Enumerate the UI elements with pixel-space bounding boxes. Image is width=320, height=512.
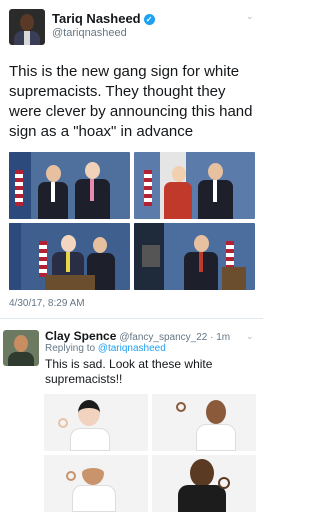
verified-badge-icon: ✓ <box>143 14 155 25</box>
reply-photo[interactable] <box>152 394 256 451</box>
person-shirt <box>51 182 55 202</box>
person-body <box>178 485 226 512</box>
person-head <box>61 235 76 252</box>
ok-hand <box>58 418 68 428</box>
photo-grid <box>9 152 255 290</box>
reply-author-name[interactable]: Clay Spence <box>45 329 116 343</box>
replying-handle-link[interactable]: @tariqnasheed <box>98 343 166 354</box>
replying-to: Replying to @tariqnasheed <box>45 343 166 355</box>
person-head <box>208 163 223 180</box>
tweet-text: This is the new gang sign for white supr… <box>9 63 253 140</box>
avatar-face <box>14 335 28 352</box>
camera <box>142 245 160 267</box>
person-head <box>93 237 107 253</box>
chevron-down-icon[interactable]: ⌄ <box>246 12 256 21</box>
reply-photo-grid <box>44 394 256 512</box>
reply-tweet: Clay Spence @fancy_spancy_22 · 1m ⌄ Reply… <box>0 319 263 512</box>
tweet-photo[interactable] <box>134 223 255 290</box>
main-tweet: Tariq Nasheed ✓ @tariqnasheed ⌄ This is t… <box>0 0 263 312</box>
tweet-photo[interactable] <box>9 152 130 219</box>
avatar[interactable] <box>9 9 45 45</box>
flag <box>15 170 23 206</box>
author-name-row[interactable]: Tariq Nasheed ✓ <box>52 12 155 26</box>
podium <box>222 267 246 290</box>
chevron-down-icon[interactable]: ⌄ <box>246 332 256 341</box>
person-head <box>190 459 214 487</box>
person-shirt <box>213 180 217 202</box>
author-display-name[interactable]: Tariq Nasheed <box>52 11 141 26</box>
flag <box>144 170 152 206</box>
tweet-photo[interactable] <box>134 152 255 219</box>
reply-photo[interactable] <box>44 394 148 451</box>
ok-hand <box>66 471 76 481</box>
avatar-body <box>8 352 34 366</box>
person-head <box>172 166 186 182</box>
avatar-shirt <box>24 31 30 45</box>
flag <box>39 241 47 277</box>
person-head <box>46 165 61 182</box>
curtain <box>9 223 21 290</box>
tweet-photo[interactable] <box>9 223 130 290</box>
person-head <box>194 235 209 252</box>
reply-photo[interactable] <box>44 455 148 512</box>
person-head <box>206 400 226 424</box>
podium <box>45 275 95 290</box>
person-body <box>196 424 236 451</box>
person-body <box>72 485 116 512</box>
person-head <box>78 400 100 426</box>
reply-text: This is sad. Look at these white suprema… <box>45 357 213 386</box>
tweet-timestamp[interactable]: 4/30/17, 8:29 AM <box>9 298 85 310</box>
ok-hand <box>218 477 230 489</box>
replying-prefix: Replying to <box>45 343 96 354</box>
avatar-face <box>20 14 34 31</box>
ok-hand <box>176 402 186 412</box>
reply-photo[interactable] <box>152 455 256 512</box>
person-head <box>82 461 104 485</box>
avatar[interactable] <box>3 330 39 366</box>
person-body <box>70 428 110 451</box>
person-tie <box>199 252 203 272</box>
person-dress <box>164 182 192 219</box>
person-head <box>85 162 100 179</box>
person-tie <box>90 179 94 201</box>
person-tie <box>66 252 70 272</box>
author-handle[interactable]: @tariqnasheed <box>52 27 127 39</box>
reply-handle-time[interactable]: @fancy_spancy_22 · 1m <box>119 332 230 343</box>
